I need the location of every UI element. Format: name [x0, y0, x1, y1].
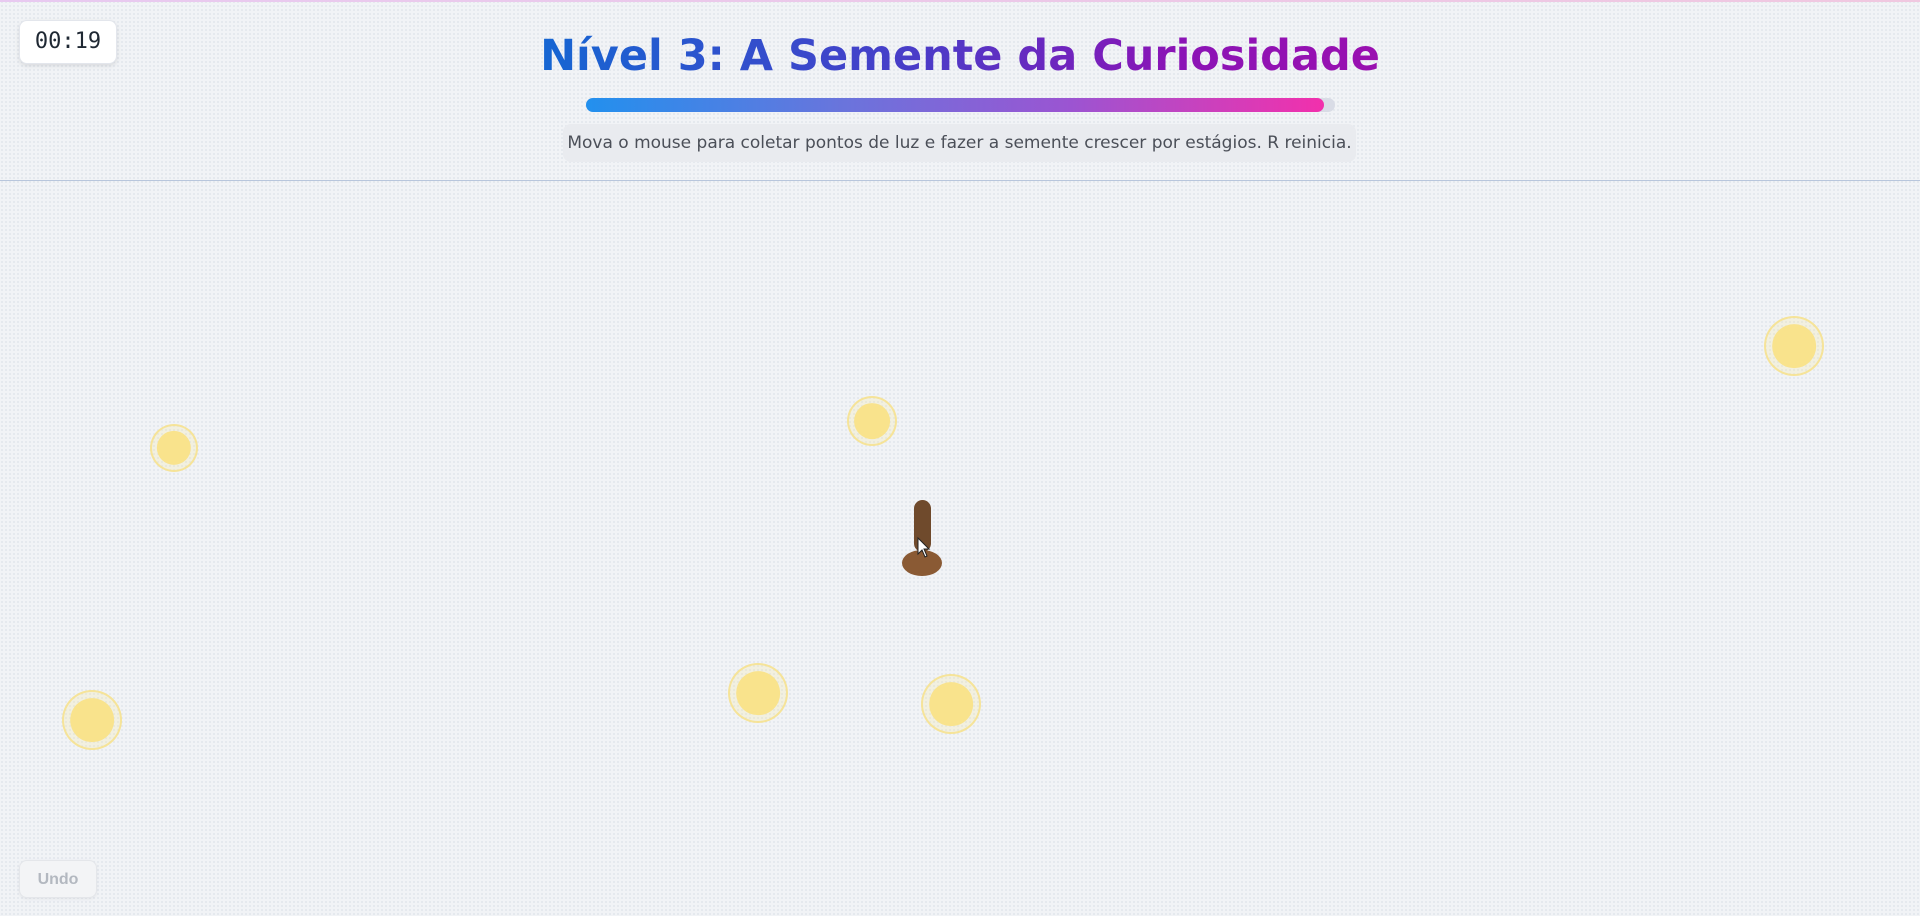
light-point[interactable]	[62, 690, 122, 750]
light-point[interactable]	[921, 674, 981, 734]
light-point[interactable]	[150, 424, 198, 472]
growth-progress-fill	[586, 98, 1324, 112]
light-point[interactable]	[1764, 316, 1824, 376]
level-header: Nível 3: A Semente da Curiosidade Mova o…	[0, 0, 1920, 181]
seed-sprout	[902, 500, 942, 576]
light-point[interactable]	[728, 663, 788, 723]
undo-button[interactable]: Undo	[19, 860, 97, 898]
instructions-text: Mova o mouse para coletar pontos de luz …	[563, 124, 1356, 162]
light-point[interactable]	[847, 396, 897, 446]
timer-display: 00:19	[19, 20, 117, 64]
growth-progress-bar	[586, 98, 1335, 112]
level-title: Nível 3: A Semente da Curiosidade	[540, 31, 1380, 81]
seed-base	[902, 550, 942, 576]
